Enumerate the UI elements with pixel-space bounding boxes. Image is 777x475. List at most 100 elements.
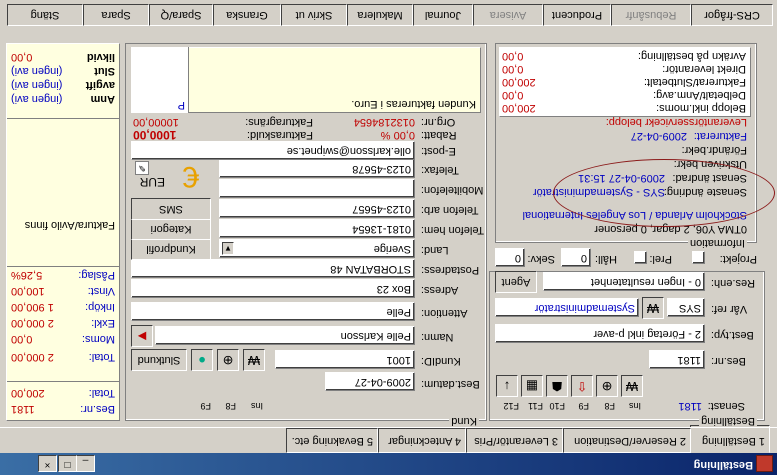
cancel-order-button[interactable]: Makulera bbox=[347, 4, 413, 26]
address-label: Adress: bbox=[421, 284, 459, 296]
end-customer-button[interactable]: Slutkund bbox=[131, 349, 187, 371]
crs-button[interactable]: CRS-frågor bbox=[691, 4, 773, 26]
rabatt-label: Rabatt: bbox=[421, 129, 457, 141]
tab-anteckningar[interactable]: 4 Anteckningar bbox=[378, 428, 466, 453]
handler-code-field[interactable]: SYS bbox=[667, 298, 705, 317]
hall-field[interactable]: 0 bbox=[561, 248, 591, 267]
service-label: Leverantörsservicekr belopp: bbox=[605, 116, 747, 128]
tab-leverantor-pris[interactable]: 3 Leverantör/Pris bbox=[466, 428, 563, 453]
phone-home-label: Telefon hem: bbox=[421, 224, 484, 236]
totals-row-value: 2 000,00 bbox=[11, 351, 54, 363]
handler-lookup-icon[interactable]: ₩ bbox=[642, 297, 664, 319]
category-button[interactable]: Kategori bbox=[131, 218, 211, 240]
rabatt-value: 0,00 % bbox=[380, 129, 415, 141]
bottom-row-value: (ingen avi) bbox=[11, 65, 63, 77]
save-q-button[interactable]: Spara/Q bbox=[149, 4, 213, 26]
customer-search-icon[interactable]: ⊕ bbox=[217, 349, 239, 371]
print-button[interactable]: Skriv ut bbox=[281, 4, 347, 26]
postal-label: Postadress: bbox=[421, 264, 480, 276]
producer-button[interactable]: Producent bbox=[543, 4, 611, 26]
invoice-exists-note: Faktura/Avilo finns bbox=[24, 219, 115, 231]
window-title: Beställning bbox=[693, 459, 753, 471]
customer-status-icon[interactable]: ● bbox=[191, 349, 213, 371]
arrow-icon[interactable]: ↓ bbox=[496, 375, 518, 397]
credit-value: 1000,00 bbox=[133, 128, 177, 142]
close-window-button[interactable]: Stäng bbox=[7, 4, 83, 26]
maximize-button[interactable]: □ bbox=[58, 455, 77, 472]
order-type-value: 2 - Företag inkl p-aver bbox=[593, 328, 701, 340]
fax-field[interactable]: 0123-45678 bbox=[219, 159, 415, 178]
phone-home-field[interactable]: 0181-13654 bbox=[219, 219, 415, 238]
attention-field[interactable]: Pelle bbox=[131, 302, 415, 321]
close-button[interactable]: × bbox=[38, 455, 57, 472]
mobile-field[interactable] bbox=[219, 179, 415, 198]
euro-icon: € bbox=[182, 160, 200, 193]
email-field[interactable]: olle.karlsson@swipnet.se bbox=[131, 141, 415, 160]
prel-checkbox[interactable] bbox=[634, 251, 647, 264]
people-icon[interactable]: ☗ bbox=[546, 375, 568, 397]
amount-value: 0,00 bbox=[502, 89, 524, 101]
customer-profile-button[interactable]: Kundprofil bbox=[131, 238, 211, 260]
order-date-field[interactable]: 2009-04-27 bbox=[325, 372, 415, 391]
notify-button[interactable]: Avisera bbox=[473, 4, 543, 26]
totals-divider bbox=[7, 118, 119, 119]
agent-button[interactable]: Agent bbox=[495, 271, 537, 293]
status-field[interactable]: 0 - Ingen resultatenhet bbox=[543, 272, 705, 291]
customer-id-field[interactable]: 1001 bbox=[275, 350, 415, 369]
postal-field[interactable]: STORBATAN 48 bbox=[131, 259, 415, 278]
sms-button[interactable]: SMS bbox=[131, 198, 211, 220]
search-icon[interactable]: ⊕ bbox=[596, 375, 618, 397]
name-flag-icon[interactable]: ▶ bbox=[131, 325, 153, 347]
currency-edit-icon[interactable]: ✎ bbox=[135, 161, 149, 175]
order-nr-field[interactable]: 1181 bbox=[649, 350, 705, 369]
name-label: Namn: bbox=[421, 331, 454, 343]
address-field[interactable]: Box 23 bbox=[131, 279, 415, 298]
save-button[interactable]: Spara bbox=[83, 4, 149, 26]
totals-total-value: 200,00 bbox=[11, 387, 45, 399]
totals-row-label: Inköp: bbox=[85, 301, 115, 313]
project-checkbox[interactable] bbox=[692, 251, 705, 264]
customer-note-marker: P bbox=[177, 99, 185, 111]
phone-work-label: Telefon arb: bbox=[421, 204, 479, 216]
limit-label: Fakturagräns: bbox=[245, 116, 313, 128]
fkey-f9-label: F9 bbox=[200, 401, 211, 411]
order-type-field[interactable]: 2 - Företag inkl p-aver bbox=[495, 324, 705, 343]
totals-row-value: 100,00 bbox=[11, 285, 45, 297]
ins-icon[interactable]: ₩ bbox=[621, 375, 643, 397]
orgnr-value: 0132184654 bbox=[353, 116, 415, 128]
totals-row-value: 2 000,00 bbox=[11, 317, 54, 329]
country-field[interactable]: Sverige ▼ bbox=[219, 239, 415, 258]
mobile-label: Mobiltelefon: bbox=[421, 184, 484, 196]
bottom-row-value: 0,00 bbox=[11, 51, 33, 63]
invoice-label: Fakturerat: bbox=[693, 130, 747, 142]
name-field[interactable]: Pelle Karlsson bbox=[155, 326, 415, 345]
totals-row-label: Total: bbox=[88, 351, 115, 363]
amount-label: Direkt leverantör: bbox=[662, 63, 746, 75]
review-button[interactable]: Granska bbox=[213, 4, 281, 26]
bottom-row-label: Anm bbox=[90, 93, 115, 105]
tab-reserver-destination[interactable]: 2 Reserver/Destination bbox=[563, 428, 691, 453]
app-window: Beställning _ □ × 1 Beställning 2 Reserv… bbox=[0, 0, 777, 475]
chevron-down-icon[interactable]: ▼ bbox=[222, 242, 234, 255]
copy-icon[interactable]: ▦ bbox=[521, 375, 543, 397]
orgnr-label: Org.nr: bbox=[421, 116, 456, 128]
rebus-button[interactable]: Rebusånfr bbox=[611, 4, 691, 26]
tab-bestallning[interactable]: 1 Beställning bbox=[690, 425, 770, 453]
invoice-value: 2009-04-27 bbox=[630, 130, 687, 142]
phone-work-field[interactable]: 0123-45657 bbox=[219, 199, 415, 218]
amount-value: 200,00 bbox=[502, 76, 536, 88]
handler-name-field[interactable]: Systemadministratör bbox=[495, 298, 639, 317]
journal-button[interactable]: Journal bbox=[413, 4, 473, 26]
order-toolbar: ₩ ⊕ ⇧ ☗ ▦ ↓ bbox=[495, 375, 643, 397]
tab-bevakning[interactable]: 5 Bevakning etc. bbox=[286, 428, 378, 453]
print-icon[interactable]: ⇧ bbox=[571, 375, 593, 397]
title-bar: Beställning _ □ × bbox=[0, 453, 777, 475]
amount-row: Fakturerat/Slutbetalt: 200,00 bbox=[502, 76, 746, 88]
customer-lookup-icon[interactable]: ₩ bbox=[243, 349, 265, 371]
sekv-field[interactable]: 0 bbox=[495, 248, 525, 267]
amount-row: Direkt leverantör: 0,00 bbox=[502, 63, 746, 75]
fkey-f12-label: F12 bbox=[503, 401, 519, 411]
order-type-label: Best.typ: bbox=[711, 329, 754, 341]
minimize-button[interactable]: _ bbox=[76, 455, 95, 472]
sent-label: Senast: bbox=[707, 400, 745, 412]
